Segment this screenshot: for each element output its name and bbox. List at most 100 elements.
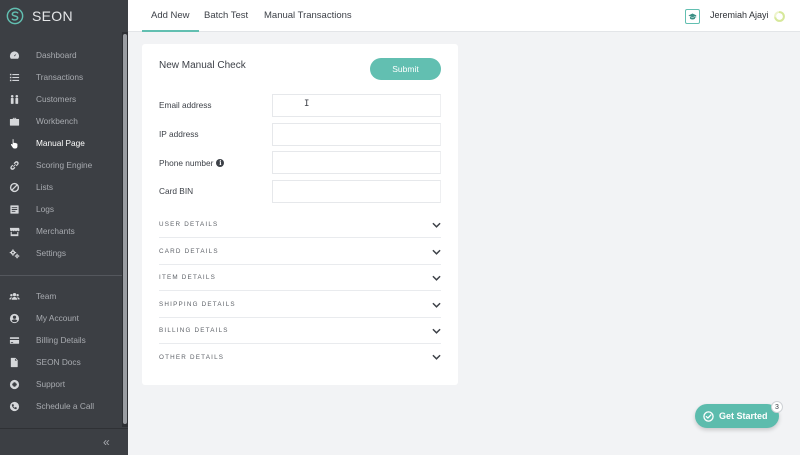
chevron-down-icon — [432, 302, 441, 308]
sidebar-item-label: Lists — [36, 182, 54, 192]
section-user-details[interactable]: USER DETAILS — [159, 212, 441, 238]
text-cursor-icon: I — [304, 99, 310, 109]
sidebar-item-workbench[interactable]: Workbench — [0, 110, 122, 132]
seon-logo-icon — [6, 7, 24, 25]
user-name[interactable]: Jeremiah Ajayi — [710, 10, 769, 20]
sidebar-item-transactions[interactable]: Transactions — [0, 66, 122, 88]
section-card-details[interactable]: CARD DETAILS — [159, 239, 441, 265]
credit-card-icon — [0, 335, 28, 346]
sidebar-item-label: Support — [36, 379, 66, 389]
tab-add-new[interactable]: Add New — [142, 0, 199, 32]
sidebar-item-merchants[interactable]: Merchants — [0, 220, 122, 242]
document-icon — [0, 357, 28, 368]
phone-icon — [0, 401, 28, 412]
support-icon — [0, 379, 28, 390]
logs-icon — [0, 204, 28, 215]
sidebar-item-label: Manual Page — [36, 138, 85, 148]
sidebar-item-my-account[interactable]: My Account — [0, 307, 122, 329]
collapse-sidebar-icon[interactable]: « — [103, 436, 110, 448]
section-item-details[interactable]: ITEM DETAILS — [159, 265, 441, 291]
info-icon[interactable]: i — [216, 159, 225, 167]
sidebar-item-team[interactable]: Team — [0, 285, 122, 307]
section-label: ITEM DETAILS — [159, 274, 216, 281]
sidebar-item-lists[interactable]: Lists — [0, 176, 122, 198]
sidebar-item-dashboard[interactable]: Dashboard — [0, 44, 122, 66]
chevron-down-icon — [432, 275, 441, 281]
secondary-nav: Team My Account Billing Details SEON Doc… — [0, 285, 122, 417]
section-shipping-details[interactable]: SHIPPING DETAILS — [159, 292, 441, 318]
get-started-label: Get Started — [719, 411, 768, 421]
sidebar-item-label: My Account — [36, 313, 79, 323]
sidebar-item-label: Settings — [36, 248, 66, 258]
card-title: New Manual Check — [159, 60, 246, 71]
notification-badge: 3 — [771, 401, 783, 413]
chevron-down-icon — [432, 328, 441, 334]
email-label: Email address — [159, 100, 212, 110]
tab-manual-transactions[interactable]: Manual Transactions — [264, 0, 352, 32]
card-bin-label: Card BIN — [159, 186, 194, 196]
account-icon — [0, 313, 28, 324]
sidebar-item-label: Team — [36, 291, 57, 301]
sidebar-item-label: Transactions — [36, 72, 84, 82]
section-label: USER DETAILS — [159, 221, 219, 228]
section-label: BILLING DETAILS — [159, 327, 229, 334]
sidebar-item-label: Schedule a Call — [36, 401, 95, 411]
sidebar-item-label: Dashboard — [36, 50, 77, 60]
ip-address-label: IP address — [159, 129, 199, 139]
sidebar-item-seon-docs[interactable]: SEON Docs — [0, 351, 122, 373]
sidebar-item-schedule-a-call[interactable]: Schedule a Call — [0, 395, 122, 417]
customers-icon — [0, 94, 28, 105]
sidebar-item-label: Billing Details — [36, 335, 86, 345]
sidebar-item-label: Scoring Engine — [36, 160, 93, 170]
link-icon — [0, 160, 28, 171]
sidebar-item-customers[interactable]: Customers — [0, 88, 122, 110]
submit-button[interactable]: Submit — [370, 58, 441, 80]
section-label: CARD DETAILS — [159, 248, 219, 255]
card-bin-field[interactable] — [272, 180, 441, 203]
section-other-details[interactable]: OTHER DETAILS — [159, 344, 441, 370]
primary-nav: Dashboard Transactions Customers Workben… — [0, 44, 122, 264]
sidebar-item-support[interactable]: Support — [0, 373, 122, 395]
sidebar-scrollbar-thumb[interactable] — [123, 34, 127, 424]
list-icon — [0, 72, 28, 83]
ip-address-field[interactable] — [272, 123, 441, 146]
sidebar-item-settings[interactable]: Settings — [0, 242, 122, 264]
sidebar: SEON Dashboard Transactions Customers Wo… — [0, 0, 128, 455]
sidebar-item-label: SEON Docs — [36, 357, 81, 367]
app-name: SEON — [32, 8, 73, 24]
get-started-button[interactable]: Get Started — [695, 404, 779, 428]
store-icon — [0, 226, 28, 237]
phone-number-field[interactable] — [272, 151, 441, 174]
sidebar-item-manual-page[interactable]: Manual Page — [0, 132, 122, 154]
ban-icon — [0, 182, 28, 193]
sidebar-divider — [0, 275, 122, 276]
hand-pointer-icon — [0, 138, 28, 149]
team-icon — [0, 291, 28, 302]
phone-number-label: Phone number i — [159, 158, 225, 168]
manual-check-card: New Manual Check Submit Email address IP… — [142, 44, 458, 385]
logo[interactable]: SEON — [0, 0, 128, 32]
sidebar-item-billing-details[interactable]: Billing Details — [0, 329, 122, 351]
sidebar-item-logs[interactable]: Logs — [0, 198, 122, 220]
briefcase-icon — [0, 116, 28, 127]
graduation-cap-icon — [688, 13, 697, 20]
top-bar: Add New Batch Test Manual Transactions J… — [128, 0, 800, 32]
sidebar-item-label: Logs — [36, 204, 54, 214]
user-avatar[interactable] — [685, 9, 700, 24]
sidebar-item-label: Merchants — [36, 226, 75, 236]
gears-icon — [0, 248, 28, 259]
chevron-down-icon — [432, 222, 441, 228]
tab-batch-test[interactable]: Batch Test — [204, 0, 248, 32]
section-billing-details[interactable]: BILLING DETAILS — [159, 318, 441, 344]
chevron-down-icon — [432, 354, 441, 360]
chevron-down-icon — [432, 249, 441, 255]
section-label: SHIPPING DETAILS — [159, 301, 236, 308]
check-circle-icon — [703, 410, 714, 422]
section-label: OTHER DETAILS — [159, 353, 225, 361]
sidebar-item-label: Workbench — [36, 116, 78, 126]
sidebar-item-label: Customers — [36, 94, 77, 104]
email-field[interactable] — [272, 94, 441, 117]
loading-spinner-icon — [774, 11, 785, 22]
sidebar-item-scoring-engine[interactable]: Scoring Engine — [0, 154, 122, 176]
dashboard-icon — [0, 50, 28, 61]
